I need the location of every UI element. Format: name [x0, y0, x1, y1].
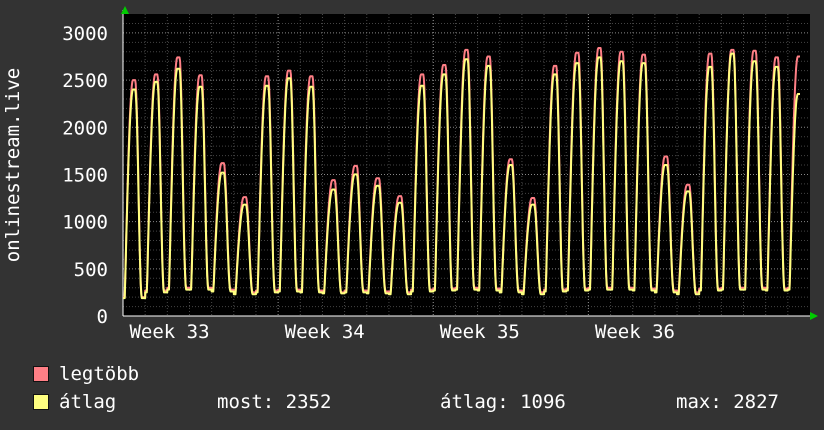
stat-average: átlag: 1096 — [440, 391, 566, 413]
y-tick-label: 1500 — [62, 164, 108, 186]
y-tick-label: 0 — [97, 306, 108, 328]
y-axis-label: onlinestream.live — [2, 68, 24, 262]
x-axis-arrow-icon — [810, 312, 818, 320]
traffic-chart: 050010001500200025003000 Week 33 Week 34 W… — [2, 6, 818, 343]
x-axis-ticks: Week 33 Week 34 Week 35 Week 36 — [129, 321, 674, 343]
legend-avg-label: átlag — [59, 391, 117, 413]
y-tick-label: 2500 — [62, 70, 108, 92]
x-tick-label: Week 35 — [440, 321, 520, 343]
x-tick-label: Week 33 — [129, 321, 209, 343]
legend-avg-row: átlag most: 2352 átlag: 1096 max: 2827 — [33, 391, 823, 413]
y-tick-label: 500 — [74, 259, 108, 281]
x-tick-label: Week 36 — [595, 321, 675, 343]
legend-max-swatch — [33, 366, 49, 382]
stat-max: max: 2827 — [676, 391, 779, 413]
y-axis-arrow-icon — [121, 6, 129, 14]
legend-max-label: legtöbb — [59, 363, 140, 385]
x-tick-label: Week 34 — [285, 321, 365, 343]
y-tick-label: 3000 — [62, 23, 108, 45]
y-tick-label: 2000 — [62, 117, 108, 139]
y-axis-ticks: 0 500 1000 1500 2000 2500 3000 — [62, 23, 108, 328]
legend-avg-swatch — [33, 394, 49, 410]
stat-now: most: 2352 — [217, 391, 332, 413]
y-tick-label: 1000 — [62, 212, 108, 234]
